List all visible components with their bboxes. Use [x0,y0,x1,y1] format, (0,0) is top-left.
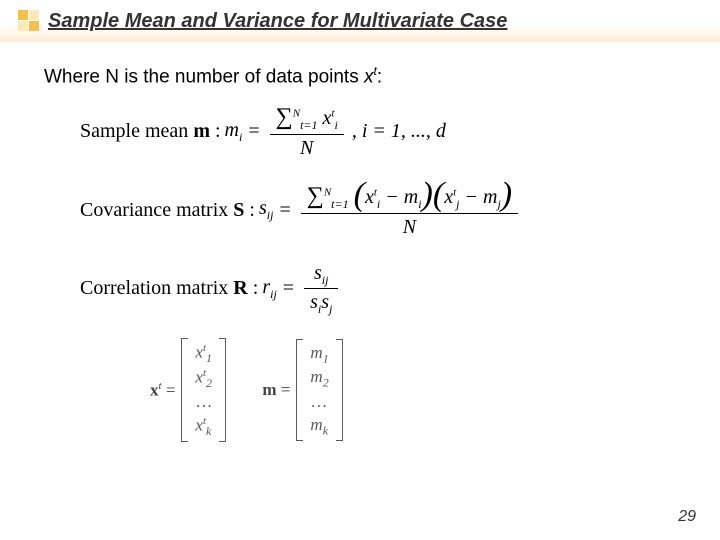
cov-p2a-var: x [444,186,453,208]
corr-eq: = [283,277,294,300]
vector-x: xt = xt1 xt2 … xtk [150,338,226,443]
vecx-r3: … [195,391,212,414]
vecm-name: m = [262,380,290,400]
slide-number: 29 [678,508,696,526]
vecx-name: xt = [150,380,175,401]
mean-frac: ∑Nt=1 xti N [270,102,344,161]
intro-prefix: Where N is the number of data points [44,66,364,87]
vecx-r1-sub: 1 [206,351,212,365]
accent-squares-icon [18,10,42,34]
vecm-r4-sub: k [323,423,328,437]
intro-suffix: : [377,66,382,87]
cov-label-text: Covariance matrix [80,199,233,221]
lbracket-icon [181,338,190,443]
sigma-icon: ∑ [276,104,293,130]
math-block: Sample mean m : mi = ∑Nt=1 xti N , i = 1… [80,102,690,442]
vecx-sup: t [159,380,162,392]
mean-sum-upper: N [293,108,300,120]
corr-num-var: s [314,262,322,284]
cov-lhs-var: s [259,197,267,219]
corr-label: Correlation matrix R : [80,277,258,300]
rbracket-icon [334,339,343,442]
vecx-r2-sub: 2 [206,376,212,390]
corr-den-b-sub: j [329,302,332,316]
corr-frac: sij sisj [304,260,338,318]
vecx-col: xt1 xt2 … xtk [190,338,217,443]
vecx-r1-var: x [195,342,203,361]
cov-p2-minus: − [459,186,483,208]
vecx-var: x [150,380,159,399]
mean-term-sub: i [334,118,337,132]
vecm-col: m1 m2 … mk [305,339,333,442]
cov-sum-lower: t=1 [331,197,348,211]
vecm-r2-sub: 2 [323,376,329,390]
mean-symbol: m [193,120,210,142]
cov-den: N [397,214,422,240]
mean-num: ∑Nt=1 xti [270,102,344,134]
mean-sum-lower: t=1 [300,118,317,132]
slide: Sample Mean and Variance for Multivariat… [0,0,720,540]
cov-num: ∑Nt=1 (xti − mi)(xtj − mj) [301,181,518,213]
vecm-r1-sub: 1 [323,351,329,365]
mean-tail: , i = 1, ..., d [352,120,446,143]
rbracket-icon [217,338,226,443]
cov-p1a-var: x [365,186,374,208]
corr-den-b-var: s [321,291,329,313]
mean-eq: = [248,120,259,143]
page-title: Sample Mean and Variance for Multivariat… [48,10,507,33]
mean-lhs-sub: i [239,130,242,144]
vectors-row: xt = xt1 xt2 … xtk [150,338,690,443]
vecm-eq: = [281,380,291,399]
cov-lhs: sij [259,197,273,223]
vecm-var: m [262,380,276,399]
corr-lhs-var: r [262,276,270,298]
intro-text: Where N is the number of data points xt: [44,64,690,88]
body: Where N is the number of data points xt:… [0,42,720,442]
mean-lhs-var: m [225,119,239,141]
corr-den-a-var: s [310,291,318,313]
sample-mean-row: Sample mean m : mi = ∑Nt=1 xti N , i = 1… [80,102,690,161]
vecx-eq: = [166,380,176,399]
sigma-icon: ∑ [307,183,324,209]
cov-symbol: S [233,199,244,221]
correlation-row: Correlation matrix R : rij = sij sisj [80,260,690,318]
corr-num: sij [308,260,334,289]
cov-lhs-sub: ij [267,208,274,222]
vecx-r4-var: x [195,416,203,435]
vecx-bracket: xt1 xt2 … xtk [181,338,226,443]
cov-p2b-var: m [483,186,497,208]
lbracket-icon [296,339,305,442]
corr-lhs: rij [262,276,276,302]
cov-p1-minus: − [380,186,404,208]
vecm-r2-var: m [310,367,322,386]
vecx-r2-var: x [195,368,203,387]
cov-label: Covariance matrix S : [80,199,255,222]
rparen-icon: ) [501,176,512,213]
vecm-r3: … [310,391,328,414]
cov-p1b-var: m [404,186,418,208]
vecm-r1-var: m [310,343,322,362]
corr-lhs-sub: ij [270,287,277,301]
corr-num-sub: ij [322,273,329,287]
vecx-r4-sub: k [206,424,211,438]
corr-label-text: Correlation matrix [80,277,233,299]
intro-var: x [364,66,374,87]
mean-label-text: Sample mean [80,120,193,142]
mean-lhs: mi [225,119,243,145]
mean-label: Sample mean m : [80,120,221,143]
corr-den: sisj [304,289,338,318]
cov-frac: ∑Nt=1 (xti − mi)(xtj − mj) N [301,181,518,240]
mean-den: N [294,135,319,161]
covariance-row: Covariance matrix S : sij = ∑Nt=1 (xti −… [80,181,690,240]
lparen-icon: ( [354,176,365,213]
lparen-icon: ( [433,176,444,213]
corr-symbol: R [233,277,247,299]
vector-m: m = m1 m2 … mk [262,339,342,442]
cov-eq: = [279,199,290,222]
vecm-bracket: m1 m2 … mk [296,339,342,442]
header-bar: Sample Mean and Variance for Multivariat… [0,0,720,42]
rparen-icon: ) [422,176,433,213]
vecm-r4-var: m [310,415,322,434]
